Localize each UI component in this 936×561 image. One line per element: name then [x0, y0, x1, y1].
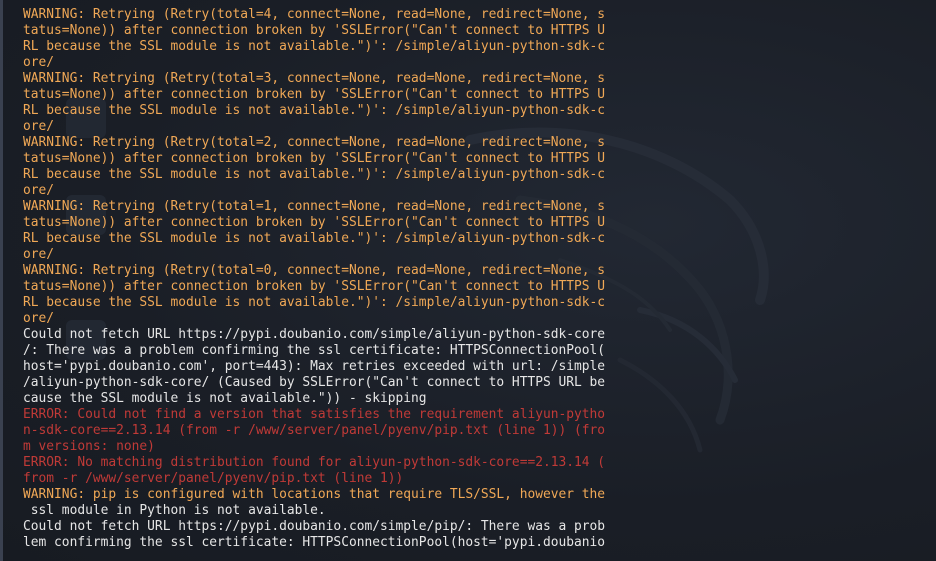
terminal-line-warn: WARNING: Retrying (Retry(total=1, connec…: [23, 199, 606, 214]
terminal-line-warn: WARNING: Retrying (Retry(total=0, connec…: [23, 263, 606, 278]
window-border: [0, 0, 3, 561]
terminal-line-warn: tatus=None)) after connection broken by …: [23, 279, 606, 294]
terminal-line-warn: ore/: [23, 311, 55, 326]
terminal-line-warn: RL because the SSL module is not availab…: [23, 103, 606, 118]
terminal-line-warn: tatus=None)) after connection broken by …: [23, 23, 606, 38]
terminal-line-warn: ore/: [23, 247, 55, 262]
terminal-line-normal: cause the SSL module is not available.")…: [23, 391, 427, 406]
terminal-line-normal: host='pypi.doubanio.com', port=443): Max…: [23, 359, 606, 374]
terminal-line-error: from -r /www/server/panel/pyenv/pip.txt …: [23, 471, 404, 486]
terminal-line-warn: WARNING: Retrying (Retry(total=3, connec…: [23, 71, 606, 86]
terminal-line-warn: tatus=None)) after connection broken by …: [23, 87, 606, 102]
terminal-line-normal: /aliyun-python-sdk-core/ (Caused by SSLE…: [23, 375, 606, 390]
terminal-line-error: ERROR: Could not find a version that sat…: [23, 407, 606, 422]
terminal-line-warn: ore/: [23, 119, 55, 134]
terminal-line-error: m versions: none): [23, 439, 155, 454]
terminal-line-normal: /: There was a problem confirming the ss…: [23, 343, 606, 358]
terminal-window[interactable]: WARNING: Retrying (Retry(total=4, connec…: [0, 0, 936, 561]
terminal-line-warn: RL because the SSL module is not availab…: [23, 295, 606, 310]
terminal-line-warn: WARNING: pip is configured with location…: [23, 487, 606, 502]
terminal-line-warn: ore/: [23, 183, 55, 198]
terminal-line-warn: WARNING: Retrying (Retry(total=2, connec…: [23, 135, 606, 150]
terminal-line-warn: tatus=None)) after connection broken by …: [23, 215, 606, 230]
terminal-line-error: n-sdk-core==2.13.14 (from -r /www/server…: [23, 423, 606, 438]
terminal-line-normal: lem confirming the ssl certificate: HTTP…: [23, 535, 606, 550]
terminal-line-warn: RL because the SSL module is not availab…: [23, 231, 606, 246]
terminal-line-normal: Could not fetch URL https://pypi.doubani…: [23, 327, 606, 342]
terminal-line-warn: WARNING: Retrying (Retry(total=4, connec…: [23, 7, 606, 22]
terminal-output: WARNING: Retrying (Retry(total=4, connec…: [23, 1, 605, 551]
terminal-line-warn: RL because the SSL module is not availab…: [23, 167, 606, 182]
terminal-line-warn: RL because the SSL module is not availab…: [23, 39, 606, 54]
terminal-line-normal: Could not fetch URL https://pypi.doubani…: [23, 519, 606, 534]
terminal-line-warn: ore/: [23, 55, 55, 70]
terminal-line-error: ERROR: No matching distribution found fo…: [23, 455, 606, 470]
terminal-line-warn: tatus=None)) after connection broken by …: [23, 151, 606, 166]
terminal-line-normal: ssl module in Python is not available.: [23, 503, 326, 518]
